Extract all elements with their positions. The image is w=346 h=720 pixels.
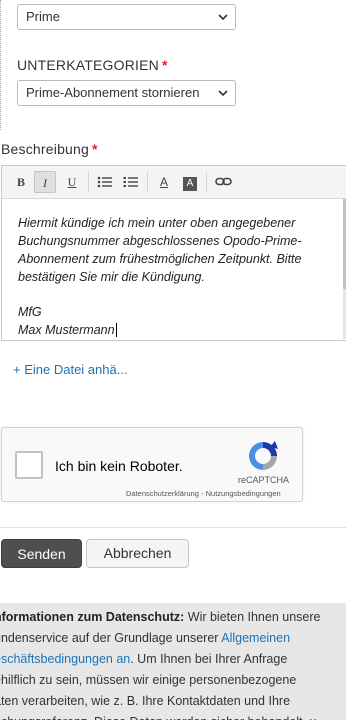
terms-link[interactable]: Allgemeinen: [221, 631, 290, 645]
recaptcha-label: Ich bin kein Roboter.: [55, 458, 183, 474]
background-color-icon: A: [183, 177, 197, 191]
divider: [0, 527, 346, 528]
privacy-line: undenservice auf der Grundlage unserer A…: [0, 628, 346, 649]
recaptcha-logo-icon: [249, 441, 278, 470]
bullet-list-button[interactable]: [94, 171, 116, 193]
privacy-line: eschäftsbedingungen an. Um Ihnen bei Ihr…: [0, 649, 346, 670]
category-select-value: Prime: [26, 9, 60, 24]
attach-file-link[interactable]: + Eine Datei anhä...: [13, 362, 128, 377]
bullet-list-icon: [97, 176, 112, 188]
privacy-line: aten verarbeiten, wie z. B. Ihre Kontakt…: [0, 694, 291, 708]
background-color-button[interactable]: A: [179, 171, 201, 193]
editor-line: Hiermit kündige ich mein unter oben ange…: [18, 216, 296, 230]
form-left-border: [0, 0, 1, 130]
send-button[interactable]: Senden: [1, 539, 82, 568]
recaptcha-terms[interactable]: Datenschutzerklärung - Nutzungsbedingung…: [126, 489, 281, 498]
toolbar-divider: [88, 172, 89, 192]
description-label-text: Beschreibung: [1, 141, 90, 157]
underline-button[interactable]: U: [61, 171, 83, 193]
editor-sign-off: MfG: [18, 305, 42, 319]
chevron-down-icon: [218, 14, 228, 21]
privacy-line: nformationen zum Datenschutz: Wir bieten…: [0, 607, 346, 628]
numbered-list-icon: [123, 177, 138, 187]
numbered-list-button[interactable]: [120, 171, 142, 193]
editor-name: Max Mustermann: [18, 323, 115, 337]
privacy-text: nformationen zum Datenschutz: Wir bieten…: [0, 607, 346, 720]
text-color-button[interactable]: A: [153, 171, 175, 193]
link-icon: [215, 177, 232, 186]
editor-content[interactable]: Hiermit kündige ich mein unter oben ange…: [18, 214, 328, 339]
insert-link-button[interactable]: [213, 171, 235, 193]
editor-line: Abonnement zum frühestmöglichen Zeitpunk…: [18, 252, 302, 266]
recaptcha-brand: reCAPTCHA: [238, 475, 290, 485]
privacy-line-text: . Um Ihnen bei Ihrer Anfrage: [130, 652, 288, 666]
required-marker: *: [92, 141, 98, 157]
description-editor[interactable]: B I U A A Hiermit kündige ich mein unter…: [1, 165, 346, 341]
editor-line: bestätigen Sie mir die Kündigung.: [18, 270, 205, 284]
subcategory-label-text: UNTERKATEGORIEN: [17, 57, 159, 73]
editor-blank-line: [18, 286, 328, 303]
privacy-line: uchungsreferenz. Diese Daten werden sich…: [0, 712, 346, 720]
toolbar-divider: [147, 172, 148, 192]
editor-line: Buchungsnummer abgeschlossenes Opodo-Pri…: [18, 234, 302, 248]
editor-name-line: Max Mustermann: [18, 321, 328, 339]
subcategory-select-value: Prime-Abonnement stornieren: [26, 85, 200, 100]
description-label: Beschreibung *: [1, 141, 98, 157]
italic-button[interactable]: I: [34, 171, 56, 193]
privacy-line-text: undenservice auf der Grundlage unserer: [0, 631, 222, 645]
bold-button[interactable]: B: [10, 171, 32, 193]
subcategory-select[interactable]: Prime-Abonnement stornieren: [17, 80, 236, 106]
chevron-down-icon: [218, 90, 228, 97]
editor-toolbar: B I U A A: [2, 166, 346, 199]
privacy-notice: nformationen zum Datenschutz: Wir bieten…: [0, 603, 346, 720]
privacy-line-text: Wir bieten Ihnen unsere: [184, 610, 321, 624]
category-select[interactable]: Prime: [17, 4, 236, 30]
toolbar-divider: [206, 172, 207, 192]
recaptcha-widget: Ich bin kein Roboter. reCAPTCHA Datensch…: [1, 427, 303, 502]
terms-link[interactable]: eschäftsbedingungen an: [0, 652, 130, 666]
required-marker: *: [161, 57, 168, 73]
subcategory-label: UNTERKATEGORIEN *: [17, 57, 168, 73]
privacy-heading: nformationen zum Datenschutz:: [0, 610, 185, 624]
privacy-line: ehilflich zu sein, müssen wir einige per…: [0, 673, 297, 687]
cancel-button[interactable]: Abbrechen: [86, 539, 189, 568]
text-cursor: [115, 323, 117, 337]
recaptcha-checkbox[interactable]: [15, 451, 43, 479]
